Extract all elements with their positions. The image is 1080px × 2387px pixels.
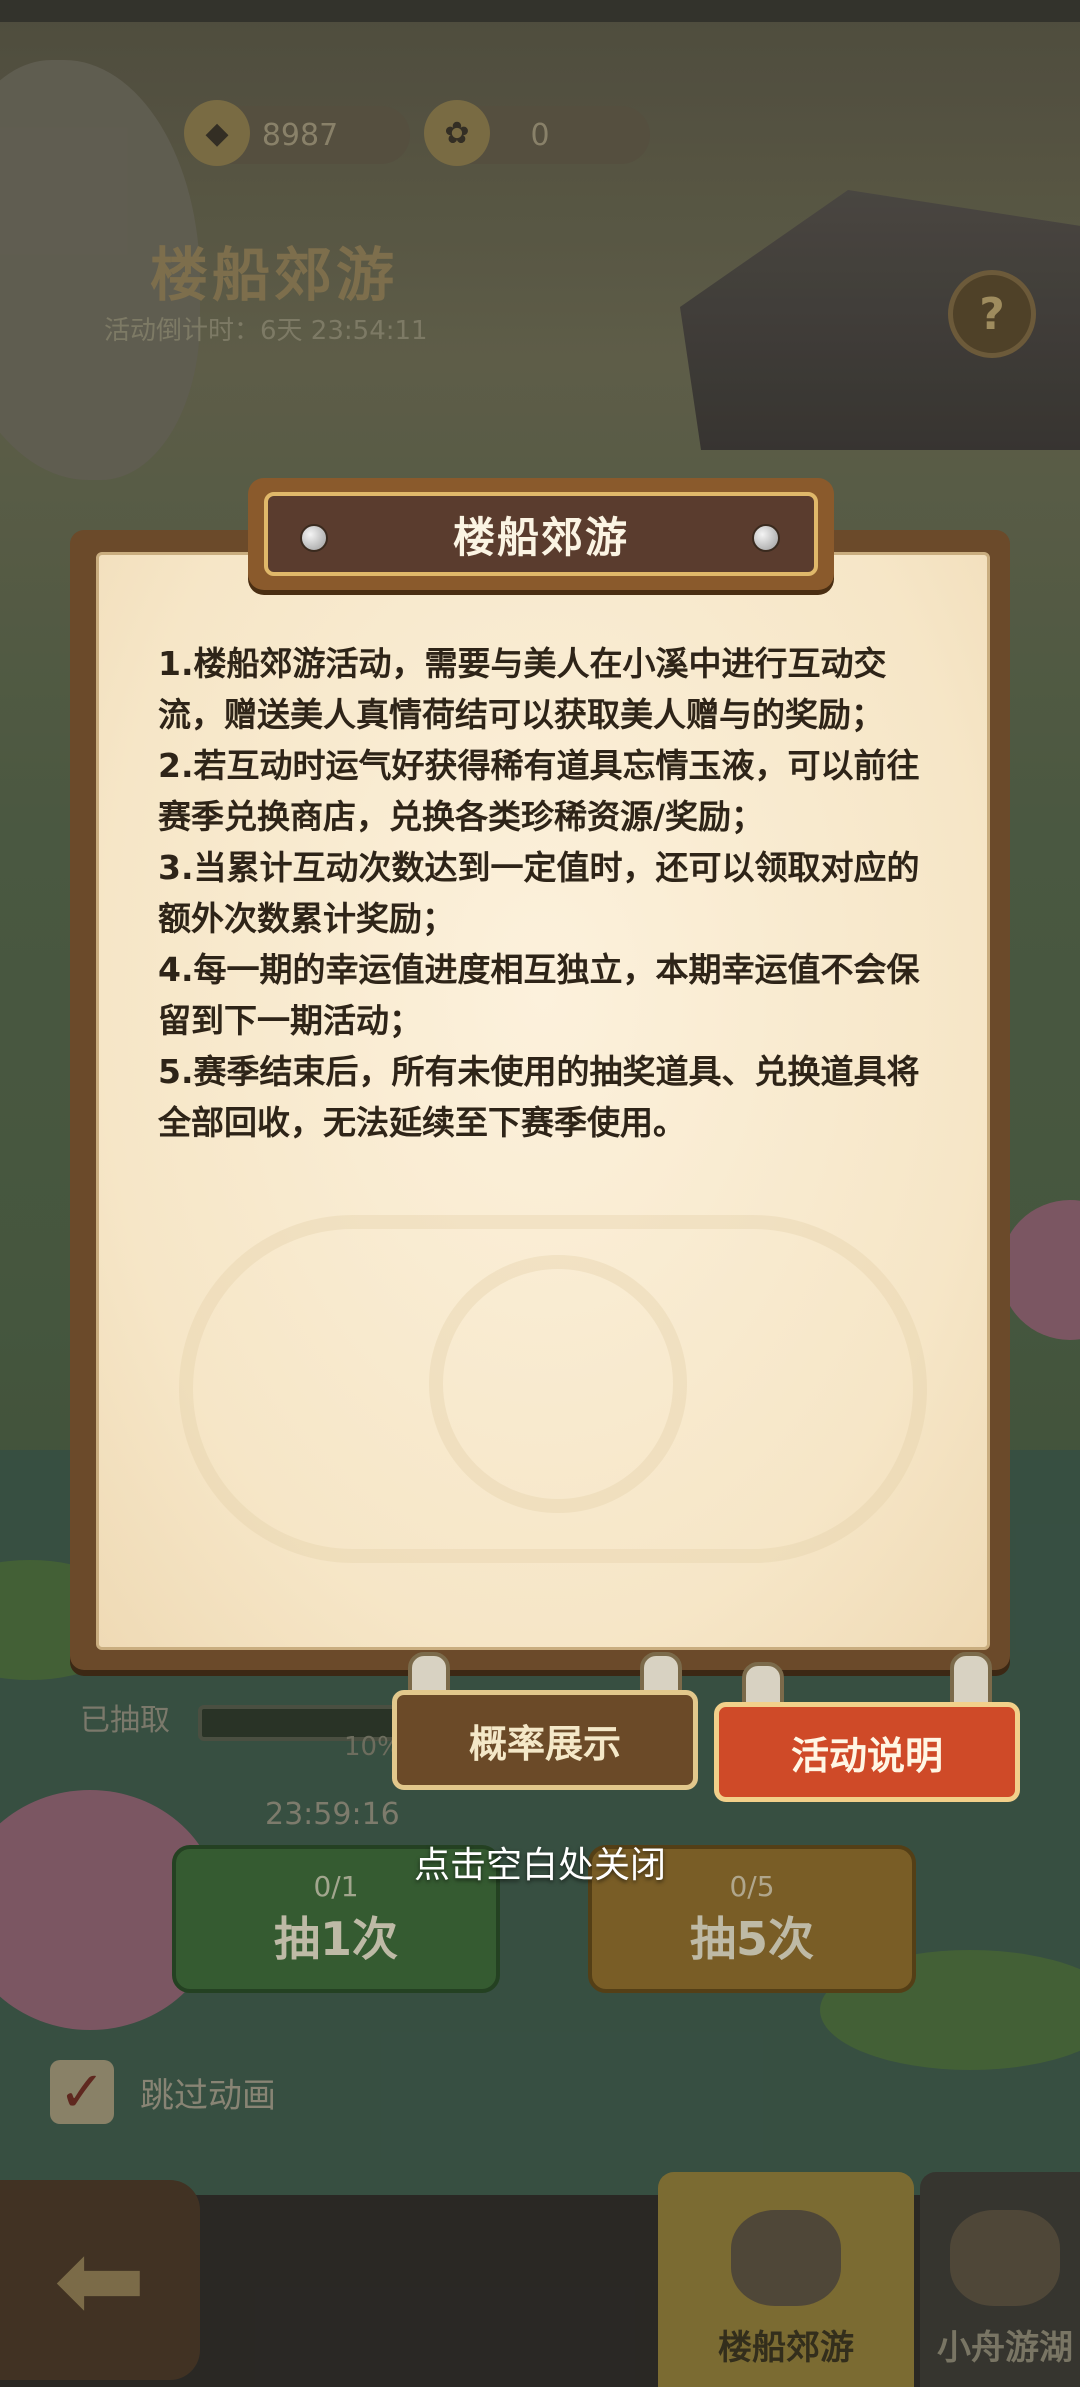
rule-item: 3.当累计互动次数达到一定值时，还可以领取对应的额外次数累计奖励； (158, 848, 920, 938)
rivet-icon (752, 524, 780, 552)
rivet-icon (300, 524, 328, 552)
rule-item: 2.若互动时运气好获得稀有道具忘情玉液，可以前往赛季兑换商店，兑换各类珍稀资源/… (158, 746, 920, 836)
rule-item: 4.每一期的幸运值进度相互独立，本期幸运值不会保留到下一期活动； (158, 950, 920, 1040)
paper-ornament (429, 1255, 687, 1513)
modal-title-box: 楼船郊游 (264, 492, 818, 576)
rules-text: 1.楼船郊游活动，需要与美人在小溪中进行互动交流，赠送美人真情荷结可以获取美人赠… (158, 638, 938, 1148)
tab-probability[interactable]: 概率展示 (392, 1690, 698, 1790)
tab-activity-description[interactable]: 活动说明 (714, 1702, 1020, 1802)
modal-title: 楼船郊游 (452, 512, 629, 562)
rule-item: 1.楼船郊游活动，需要与美人在小溪中进行互动交流，赠送美人真情荷结可以获取美人赠… (158, 644, 887, 734)
rule-item: 5.赛季结束后，所有未使用的抽奖道具、兑换道具将全部回收，无法延续至下赛季使用。 (158, 1052, 920, 1142)
close-hint[interactable]: 点击空白处关闭 (0, 1836, 1080, 1888)
